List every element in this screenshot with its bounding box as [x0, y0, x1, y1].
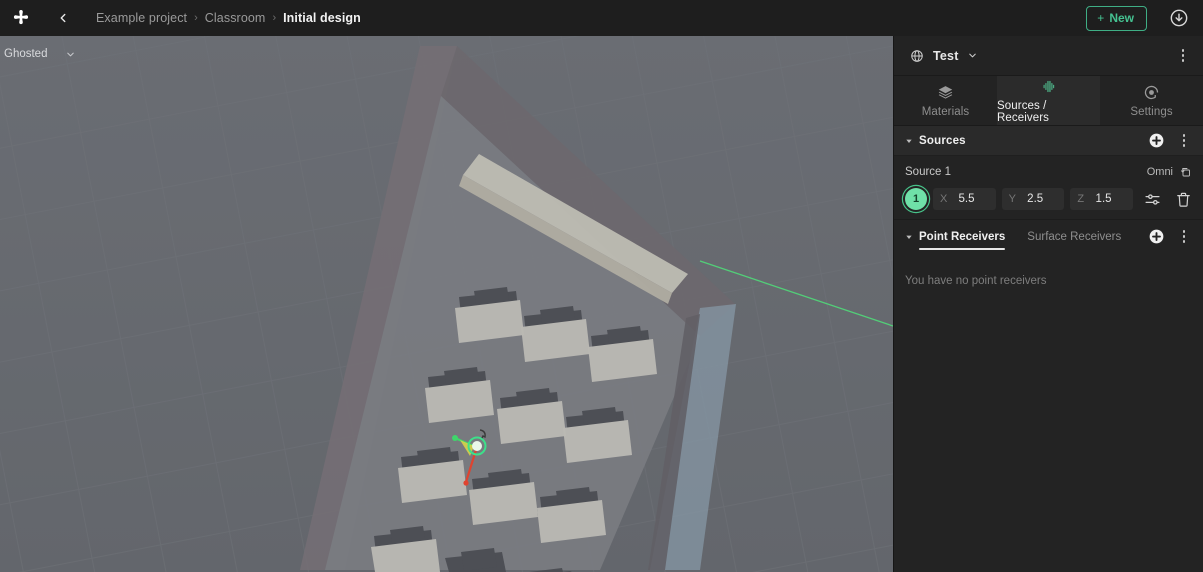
source-type-label: Omni [1146, 166, 1173, 178]
plus-icon: + [1097, 10, 1105, 25]
kebab-dot [1182, 230, 1186, 233]
panel-menu-button[interactable] [1175, 48, 1191, 64]
tab-sources-receivers[interactable]: Sources / Receivers [997, 76, 1100, 126]
tab-point-receivers-label: Point Receivers [919, 230, 1006, 243]
speaker-circle-icon [1144, 85, 1159, 99]
kebab-dot [1182, 240, 1186, 243]
chevron-down-icon [67, 52, 75, 56]
panel-title: Test [933, 48, 959, 63]
kebab-dot [1182, 139, 1186, 142]
sources-menu-button[interactable] [1176, 133, 1192, 149]
ghosted-overlay [0, 36, 893, 572]
panel-header: Test [894, 36, 1203, 76]
add-source-button[interactable] [1149, 133, 1164, 148]
tab-materials-label: Materials [921, 105, 970, 118]
receivers-empty-message: You have no point receivers [905, 275, 1047, 287]
breadcrumb-item-current: Initial design [283, 11, 361, 25]
chevron-down-icon[interactable] [967, 50, 978, 61]
chevron-left-icon [60, 13, 66, 23]
sphere-icon [911, 49, 923, 62]
new-button[interactable]: + New [1086, 5, 1147, 31]
breadcrumb-separator: › [272, 12, 277, 24]
source-x-field[interactable]: X 5.5 [933, 188, 996, 210]
x-axis-label: X [940, 193, 948, 205]
tab-surface-receivers[interactable]: Surface Receivers [1027, 220, 1121, 254]
kebab-dot [1182, 144, 1186, 147]
sources-section-header: Sources [894, 126, 1203, 156]
receivers-menu-button[interactable] [1176, 229, 1192, 245]
source-y-field[interactable]: Y 2.5 [1001, 188, 1065, 210]
x-value: 5.5 [958, 193, 975, 205]
add-receiver-button[interactable] [1149, 229, 1164, 244]
source-type-icon[interactable] [1180, 166, 1192, 178]
download-circle-icon[interactable] [1169, 8, 1189, 28]
new-button-label: New [1109, 10, 1134, 25]
breadcrumb-item-model[interactable]: Classroom [205, 11, 266, 25]
app-body: Ghosted Test Materials Sources / Receive… [0, 36, 1203, 572]
breadcrumb: Example project › Classroom › Initial de… [96, 11, 361, 25]
classroom-model [0, 36, 893, 572]
app-logo-icon [13, 10, 29, 25]
display-mode-select[interactable]: Ghosted [0, 44, 86, 64]
tab-settings[interactable]: Settings [1100, 76, 1203, 126]
sliders-icon[interactable] [1144, 191, 1161, 208]
breadcrumb-separator: › [194, 12, 198, 24]
panel-tabs: Materials Sources / Receivers Settings [894, 76, 1203, 126]
source-list-item: Source 1 Omni 1 X 5.5 Y 2.5 Z 1.5 [894, 156, 1203, 219]
kebab-dot [1182, 235, 1186, 238]
source-badge[interactable]: 1 [905, 188, 927, 210]
app-root: Example project › Classroom › Initial de… [0, 0, 1203, 572]
tab-point-receivers[interactable]: Point Receivers [919, 220, 1006, 254]
sources-section-title: Sources [919, 134, 966, 147]
tab-settings-label: Settings [1130, 105, 1173, 118]
tab-surface-receivers-label: Surface Receivers [1027, 230, 1122, 243]
right-panel: Test Materials Sources / Receivers Setti… [893, 36, 1203, 572]
top-bar: Example project › Classroom › Initial de… [0, 0, 1203, 36]
tab-materials[interactable]: Materials [894, 76, 997, 126]
caret-down-icon[interactable] [905, 233, 913, 241]
tab-sources-receivers-label: Sources / Receivers [997, 99, 1050, 124]
z-axis-label: Z [1077, 193, 1085, 205]
viewport-3d[interactable]: Ghosted [0, 36, 893, 572]
kebab-dot [1182, 134, 1186, 137]
source-item-header: Source 1 Omni [905, 163, 1192, 181]
caret-down-icon[interactable] [905, 137, 913, 145]
receivers-section-header: Point Receivers Surface Receivers [894, 219, 1203, 253]
kebab-dot [1181, 49, 1185, 52]
source-z-field[interactable]: Z 1.5 [1070, 188, 1134, 210]
source-coordinates-row: 1 X 5.5 Y 2.5 Z 1.5 [905, 188, 1192, 210]
trash-icon[interactable] [1175, 191, 1192, 208]
kebab-dot [1181, 59, 1185, 62]
display-mode-label: Ghosted [4, 48, 48, 60]
z-value: 1.5 [1095, 193, 1112, 205]
breadcrumb-item-project[interactable]: Example project [96, 11, 187, 25]
source-name[interactable]: Source 1 [905, 166, 951, 178]
layers-icon [938, 85, 953, 99]
kebab-dot [1181, 54, 1185, 57]
waveform-icon [1043, 80, 1055, 92]
back-button[interactable] [50, 5, 76, 31]
y-axis-label: Y [1008, 193, 1017, 205]
y-value: 2.5 [1027, 193, 1044, 205]
panel-filler [894, 287, 1203, 572]
app-logo-container[interactable] [0, 8, 44, 28]
